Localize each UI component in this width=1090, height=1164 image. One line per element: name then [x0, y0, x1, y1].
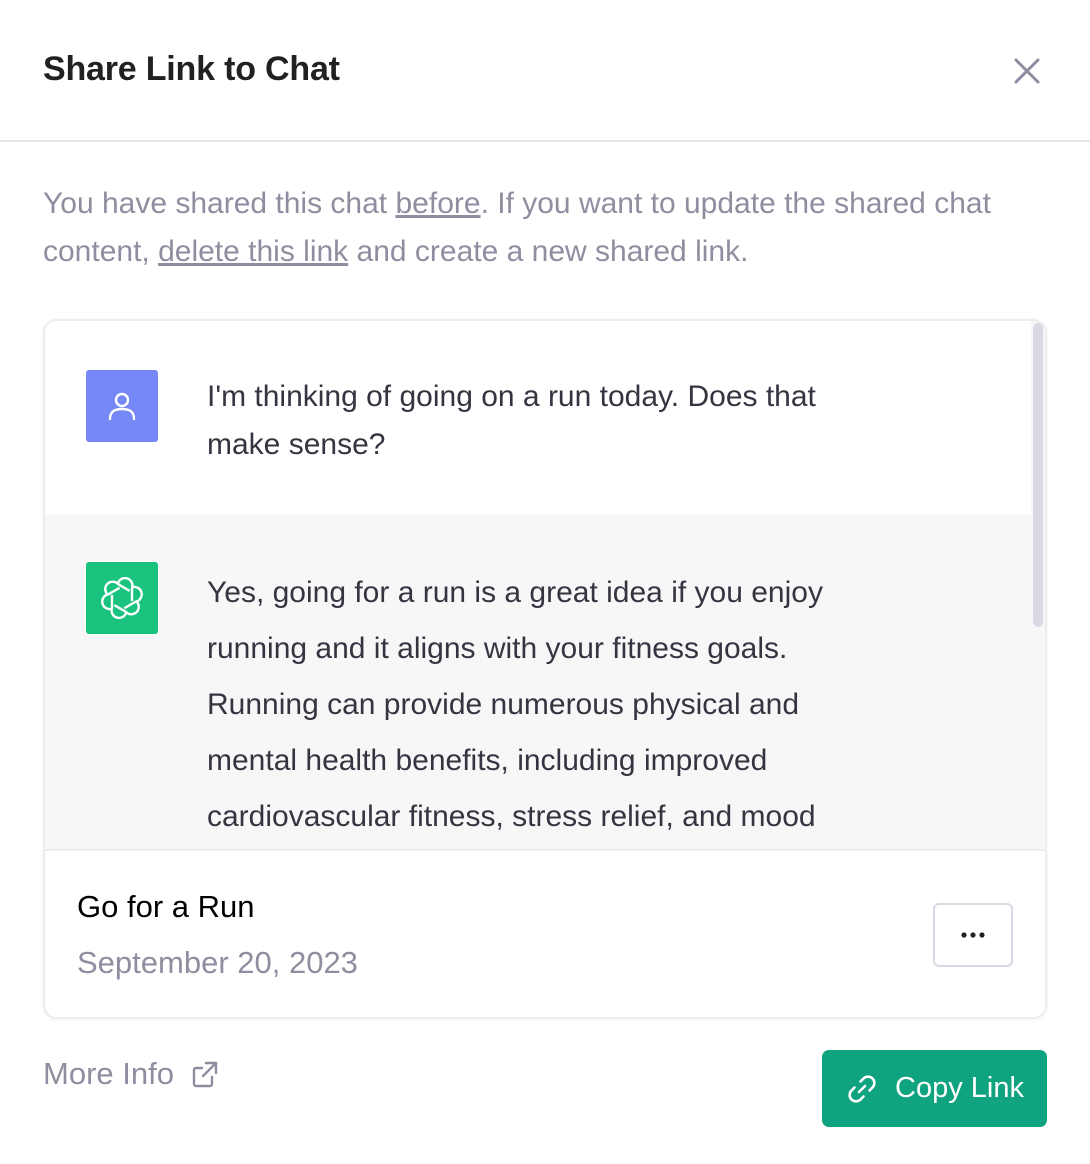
chat-preview[interactable]: I'm thinking of going on a run today. Do…: [45, 321, 1045, 849]
chat-title: Go for a Run: [77, 889, 255, 924]
close-button[interactable]: [1008, 52, 1046, 90]
assistant-message: Yes, going for a run is a great idea if …: [45, 515, 1031, 849]
notice-text-1: You have shared this chat: [43, 187, 396, 220]
scrollbar-thumb[interactable]: [1033, 323, 1043, 627]
copy-link-label: Copy Link: [895, 1072, 1024, 1104]
shared-notice: You have shared this chat before. If you…: [43, 180, 1053, 276]
user-avatar: [86, 370, 158, 442]
more-info-link[interactable]: More Info: [43, 1056, 220, 1092]
chat-date: September 20, 2023: [77, 945, 358, 980]
share-dialog: Share Link to Chat You have shared this …: [0, 0, 1090, 1164]
delete-link[interactable]: delete this link: [158, 235, 348, 268]
copy-link-button[interactable]: Copy Link: [822, 1050, 1047, 1127]
openai-logo-icon: [101, 577, 143, 619]
assistant-message-text: Yes, going for a run is a great idea if …: [207, 576, 823, 833]
more-options-button[interactable]: [933, 903, 1013, 967]
external-link-icon: [192, 1061, 218, 1088]
shared-chat-card: I'm thinking of going on a run today. Do…: [43, 319, 1047, 1019]
link-icon: [848, 1074, 876, 1103]
preview-scrollbar[interactable]: [1031, 321, 1045, 849]
notice-text-3: and create a new shared link.: [348, 235, 749, 268]
dialog-title: Share Link to Chat: [43, 50, 340, 88]
user-message: I'm thinking of going on a run today. Do…: [45, 321, 1031, 515]
user-message-text: I'm thinking of going on a run today. Do…: [207, 380, 816, 461]
user-icon: [108, 392, 136, 421]
card-footer: Go for a Run September 20, 2023: [45, 849, 1045, 1017]
ellipsis-icon: [961, 932, 985, 938]
close-icon: [1014, 58, 1040, 84]
more-info-label: More Info: [43, 1056, 174, 1091]
before-link[interactable]: before: [395, 187, 480, 220]
assistant-avatar: [86, 562, 158, 634]
dialog-header: Share Link to Chat: [0, 0, 1090, 142]
